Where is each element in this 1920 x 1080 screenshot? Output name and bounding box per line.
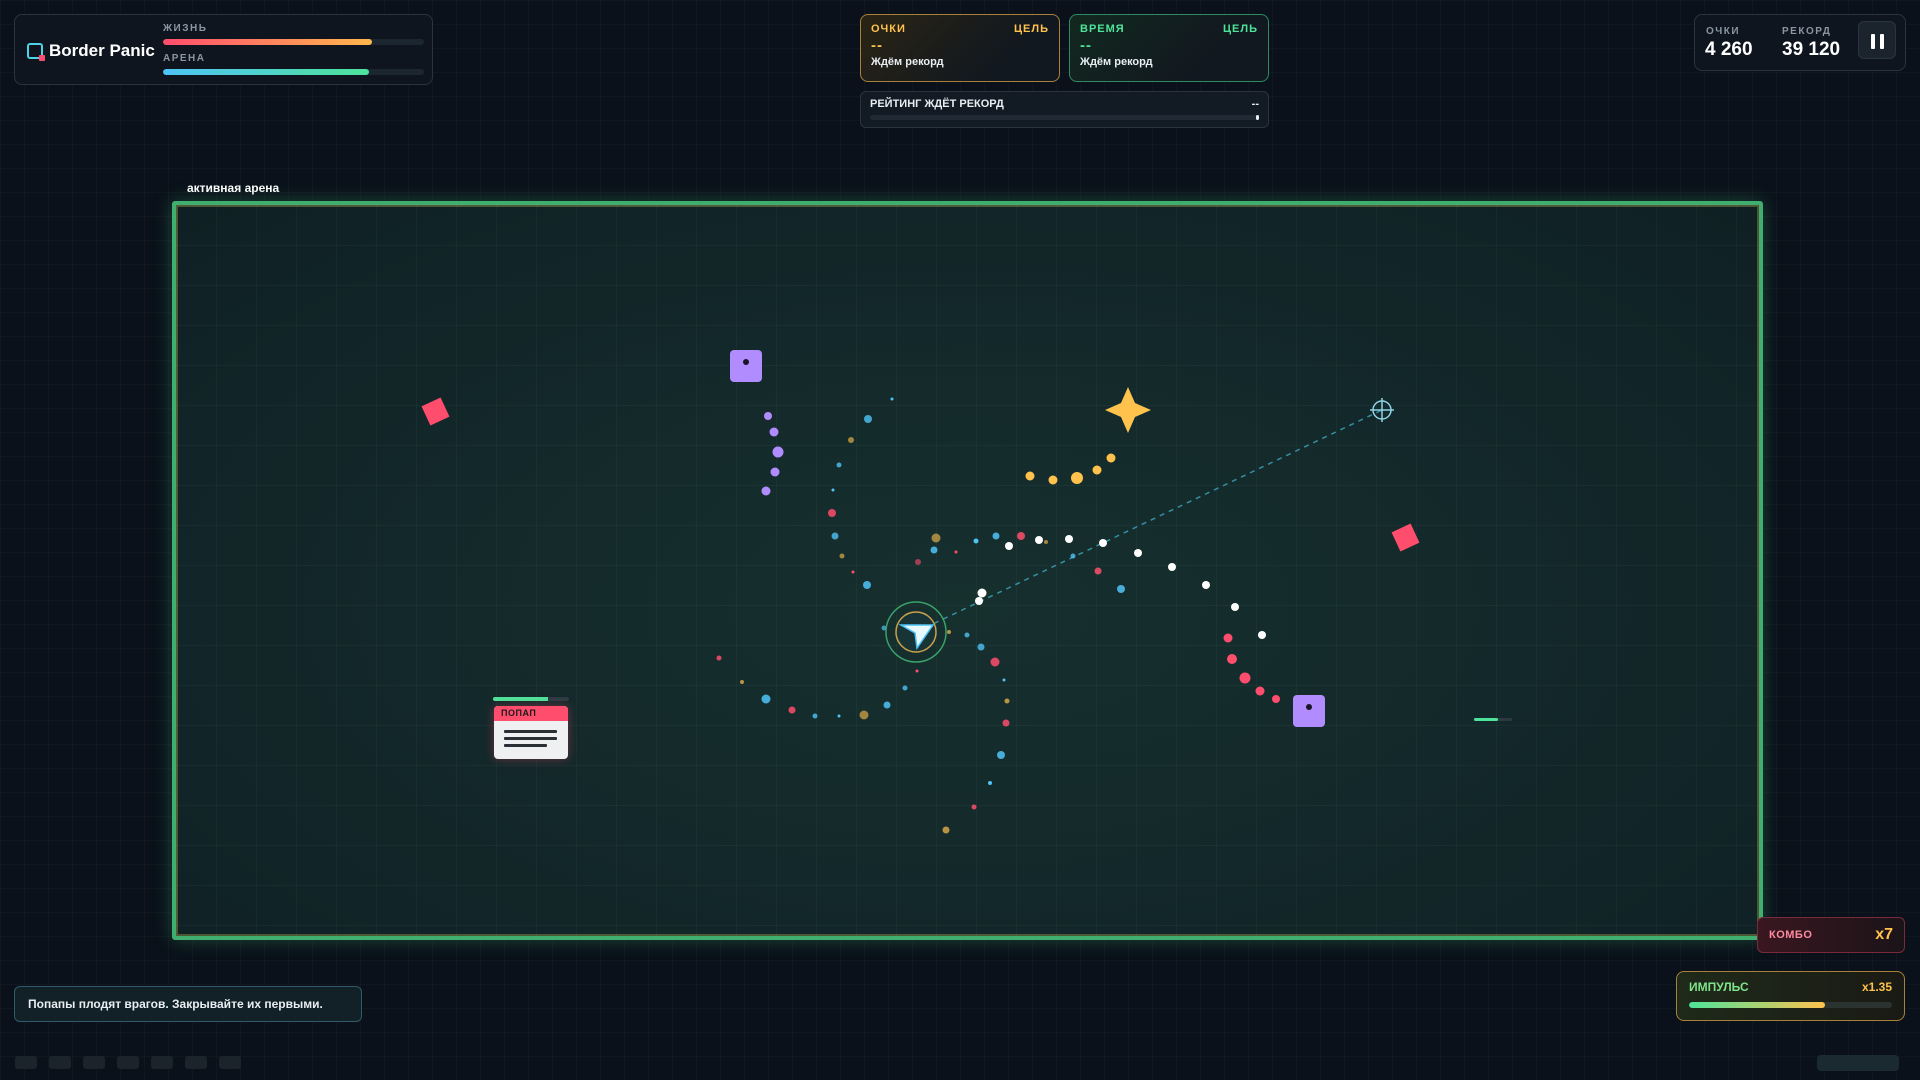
life-bar-fill bbox=[163, 39, 372, 45]
pause-button[interactable] bbox=[1858, 21, 1896, 59]
time-goal-card: ВРЕМЯ ЦЕЛЬ -- Ждём рекорд bbox=[1069, 14, 1269, 82]
rating-panel: РЕЙТИНГ ЖДЁТ РЕКОРД -- bbox=[860, 91, 1269, 128]
life-label: ЖИЗНЬ bbox=[163, 23, 208, 34]
time-goal-label: ВРЕМЯ bbox=[1080, 23, 1125, 35]
red-enemy bbox=[1391, 523, 1420, 552]
score-goal-card: ОЧКИ ЦЕЛЬ -- Ждём рекорд bbox=[860, 14, 1060, 82]
popup-label: ПОПАП bbox=[494, 706, 568, 721]
combo-panel: КОМБО x7 bbox=[1757, 917, 1905, 953]
time-goal-target-label: ЦЕЛЬ bbox=[1223, 23, 1258, 35]
hotkey-slot[interactable] bbox=[15, 1056, 37, 1069]
combo-value: x7 bbox=[1875, 926, 1893, 943]
aim-line bbox=[915, 409, 1383, 633]
impulse-panel: ИМПУЛЬС x1.35 bbox=[1676, 971, 1905, 1021]
arena-label: АРЕНА bbox=[163, 53, 206, 64]
player-ship bbox=[885, 601, 947, 663]
impulse-bar-fill bbox=[1689, 1002, 1825, 1008]
rating-label: РЕЙТИНГ ЖДЁТ РЕКОРД bbox=[870, 98, 1004, 110]
purple-enemy bbox=[1293, 695, 1325, 727]
bottom-status-slot bbox=[1817, 1055, 1899, 1071]
crosshair-icon bbox=[1370, 398, 1394, 422]
hotkey-slot[interactable] bbox=[83, 1056, 105, 1069]
popup-health-bar bbox=[493, 697, 569, 701]
impulse-label: ИМПУЛЬС bbox=[1689, 980, 1749, 994]
arena-caption: активная арена bbox=[187, 181, 280, 195]
score-goal-status: Ждём рекорд bbox=[871, 56, 944, 68]
combo-label: КОМБО bbox=[1769, 929, 1813, 941]
enemy-health-bar bbox=[1474, 718, 1512, 721]
pause-icon bbox=[1871, 34, 1875, 49]
rating-marker bbox=[1256, 115, 1259, 120]
impulse-value: x1.35 bbox=[1861, 980, 1892, 994]
score-goal-label: ОЧКИ bbox=[871, 23, 906, 35]
gold-trail bbox=[1025, 453, 1116, 485]
record-label: РЕКОРД bbox=[1782, 26, 1832, 37]
impulse-bar bbox=[1689, 1002, 1892, 1008]
hotkey-slot[interactable] bbox=[185, 1056, 207, 1069]
hint-toast: Попапы плодят врагов. Закрывайте их перв… bbox=[14, 986, 362, 1022]
game-arena[interactable] bbox=[172, 201, 1763, 940]
time-goal-value: -- bbox=[1080, 37, 1092, 54]
logo-icon bbox=[27, 43, 45, 61]
hotkey-slot[interactable] bbox=[117, 1056, 139, 1069]
score-goal-value: -- bbox=[871, 37, 883, 54]
red-enemy bbox=[421, 397, 450, 426]
life-bar bbox=[163, 39, 424, 45]
purple-trail bbox=[761, 412, 784, 496]
time-goal-status: Ждём рекорд bbox=[1080, 56, 1153, 68]
red-trail bbox=[1223, 633, 1280, 703]
popup-health-fill bbox=[493, 697, 548, 701]
game-title: Border Panic bbox=[49, 41, 155, 60]
rating-bar bbox=[870, 115, 1259, 120]
arena-bar bbox=[163, 69, 424, 75]
status-panel: Border Panic ЖИЗНЬ АРЕНА bbox=[14, 14, 433, 85]
score-label: ОЧКИ bbox=[1706, 26, 1741, 37]
star-icon bbox=[1105, 387, 1151, 433]
purple-enemy bbox=[730, 350, 762, 382]
score-goal-target-label: ЦЕЛЬ bbox=[1014, 23, 1049, 35]
popup-enemy[interactable]: ПОПАП bbox=[494, 706, 568, 759]
rating-value: -- bbox=[1251, 98, 1259, 110]
hotkey-slot[interactable] bbox=[151, 1056, 173, 1069]
hotkey-slot[interactable] bbox=[219, 1056, 241, 1069]
arena-canvas bbox=[421, 350, 1512, 834]
record-value: 39 120 bbox=[1782, 39, 1841, 60]
arena-bar-fill bbox=[163, 69, 370, 75]
score-value: 4 260 bbox=[1705, 39, 1753, 60]
hotkey-slot[interactable] bbox=[49, 1056, 71, 1069]
